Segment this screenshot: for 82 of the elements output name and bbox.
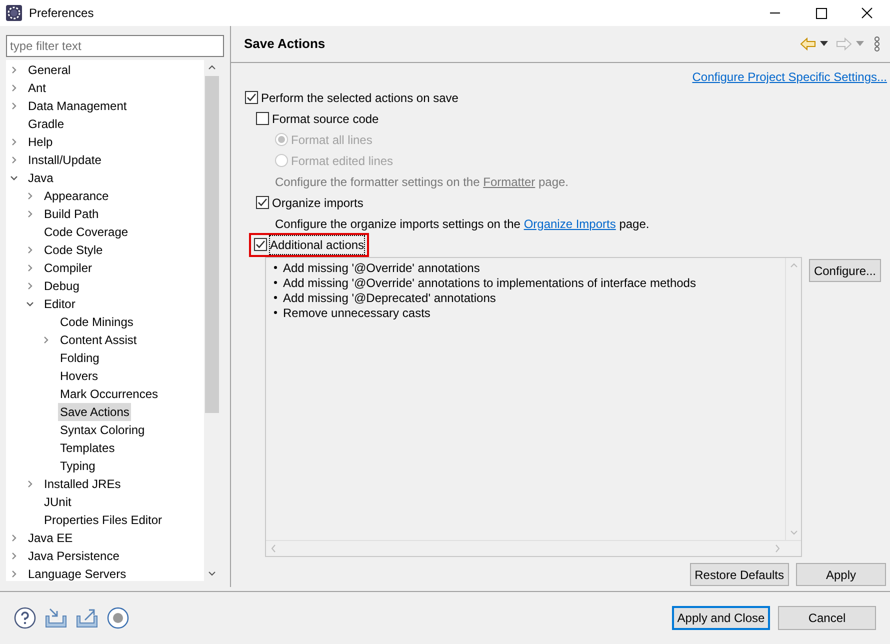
tree-item[interactable]: Code Style bbox=[42, 241, 105, 259]
hint-text: Configure the organize imports settings on the Organize Imports page. bbox=[275, 216, 650, 232]
bullet-icon bbox=[274, 266, 277, 269]
tree-item[interactable]: Syntax Coloring bbox=[58, 421, 147, 439]
export-icon[interactable] bbox=[76, 608, 98, 628]
checkbox[interactable] bbox=[256, 112, 269, 125]
chevron-right-icon[interactable] bbox=[10, 534, 18, 542]
page-link[interactable]: Organize Imports bbox=[524, 216, 616, 230]
action-item: Remove unnecessary casts bbox=[283, 304, 430, 322]
scrollbar[interactable] bbox=[204, 60, 220, 581]
tree-item[interactable]: Hovers bbox=[58, 367, 100, 385]
tree-item[interactable]: Gradle bbox=[26, 115, 66, 133]
option-label[interactable]: Organize imports bbox=[272, 194, 364, 212]
chevron-right-icon[interactable] bbox=[26, 282, 34, 290]
checkbox[interactable] bbox=[245, 91, 258, 104]
import-icon[interactable] bbox=[45, 608, 67, 628]
help-icon[interactable] bbox=[14, 607, 36, 629]
tree-item[interactable]: Save Actions bbox=[58, 403, 132, 421]
action-item: Add missing '@Deprecated' annotations bbox=[283, 290, 496, 306]
chevron-right-icon[interactable] bbox=[26, 246, 34, 254]
tree-item[interactable]: Code Minings bbox=[58, 313, 136, 331]
option-label[interactable]: Format source code bbox=[272, 110, 379, 128]
chevron-right-icon[interactable] bbox=[10, 66, 18, 74]
more-icon[interactable] bbox=[874, 36, 880, 52]
bullet-icon bbox=[274, 311, 277, 314]
tree-item[interactable]: Debug bbox=[42, 277, 82, 295]
chevron-down-icon[interactable] bbox=[10, 174, 18, 182]
configure-button[interactable]: Configure... bbox=[809, 259, 881, 282]
record-icon[interactable] bbox=[107, 607, 129, 629]
action-item: Add missing '@Override' annotations bbox=[283, 260, 480, 276]
restore-defaults-button[interactable]: Restore Defaults bbox=[690, 563, 789, 586]
chevron-right-icon[interactable] bbox=[26, 480, 34, 488]
tree-item[interactable]: Content Assist bbox=[58, 331, 139, 349]
apply-and-close-button[interactable]: Apply and Close bbox=[672, 606, 770, 630]
cancel-button[interactable]: Cancel bbox=[778, 606, 876, 630]
tree-item[interactable]: Mark Occurrences bbox=[58, 385, 160, 403]
app-icon bbox=[6, 5, 22, 21]
tree-item[interactable]: Install/Update bbox=[26, 151, 104, 169]
tree-item[interactable]: Typing bbox=[58, 457, 98, 475]
chevron-right-icon[interactable] bbox=[10, 138, 18, 146]
tree-item[interactable]: Templates bbox=[58, 439, 117, 457]
chevron-right-icon[interactable] bbox=[42, 336, 50, 344]
tree-item[interactable]: Java EE bbox=[26, 529, 75, 547]
checkbox[interactable] bbox=[256, 196, 269, 209]
chevron-right-icon[interactable] bbox=[10, 552, 18, 560]
tree-item[interactable]: JUnit bbox=[42, 493, 74, 511]
option-label[interactable]: Perform the selected actions on save bbox=[261, 88, 458, 106]
chevron-right-icon[interactable] bbox=[10, 156, 18, 164]
tree-item[interactable]: Editor bbox=[42, 295, 78, 313]
chevron-right-icon[interactable] bbox=[10, 570, 18, 578]
hint-text: Configure the formatter settings on the Formatter page. bbox=[275, 174, 569, 190]
tree-item[interactable]: Java bbox=[26, 169, 56, 187]
tree-item[interactable]: Java Persistence bbox=[26, 547, 122, 565]
tree-item[interactable]: Folding bbox=[58, 349, 102, 367]
action-item: Add missing '@Override' annotations to implementations of interface methods bbox=[283, 274, 696, 292]
dropdown-icon[interactable] bbox=[820, 41, 828, 47]
tree-item[interactable]: Appearance bbox=[42, 187, 111, 205]
option-label[interactable]: Additional actions bbox=[270, 236, 364, 254]
checkbox[interactable] bbox=[254, 238, 267, 251]
apply-button[interactable]: Apply bbox=[796, 563, 886, 586]
tree-item[interactable]: Code Coverage bbox=[42, 223, 130, 241]
tree-item[interactable]: Properties Files Editor bbox=[42, 511, 164, 529]
chevron-right-icon[interactable] bbox=[26, 264, 34, 272]
chevron-right-icon[interactable] bbox=[26, 210, 34, 218]
filter-field[interactable]: type filter text bbox=[6, 35, 224, 57]
chevron-right-icon[interactable] bbox=[26, 192, 34, 200]
tree-item[interactable]: Help bbox=[26, 133, 55, 151]
tree-item[interactable]: Installed JREs bbox=[42, 475, 123, 493]
tree-item[interactable]: General bbox=[26, 61, 73, 79]
chevron-right-icon[interactable] bbox=[10, 102, 18, 110]
tree-item[interactable]: Data Management bbox=[26, 97, 129, 115]
tree-item[interactable]: Language Servers bbox=[26, 565, 128, 581]
page-title: Save Actions bbox=[244, 35, 326, 54]
bullet-icon bbox=[274, 296, 277, 299]
window-title: Preferences bbox=[29, 5, 94, 22]
tree-item[interactable]: Build Path bbox=[42, 205, 101, 223]
chevron-right-icon[interactable] bbox=[10, 84, 18, 92]
project-settings-link[interactable]: Configure Project Specific Settings... bbox=[692, 68, 887, 86]
chevron-down-icon[interactable] bbox=[26, 300, 34, 308]
bullet-icon bbox=[274, 281, 277, 284]
tree-item[interactable]: Compiler bbox=[42, 259, 94, 277]
tree-item[interactable]: Ant bbox=[26, 79, 48, 97]
